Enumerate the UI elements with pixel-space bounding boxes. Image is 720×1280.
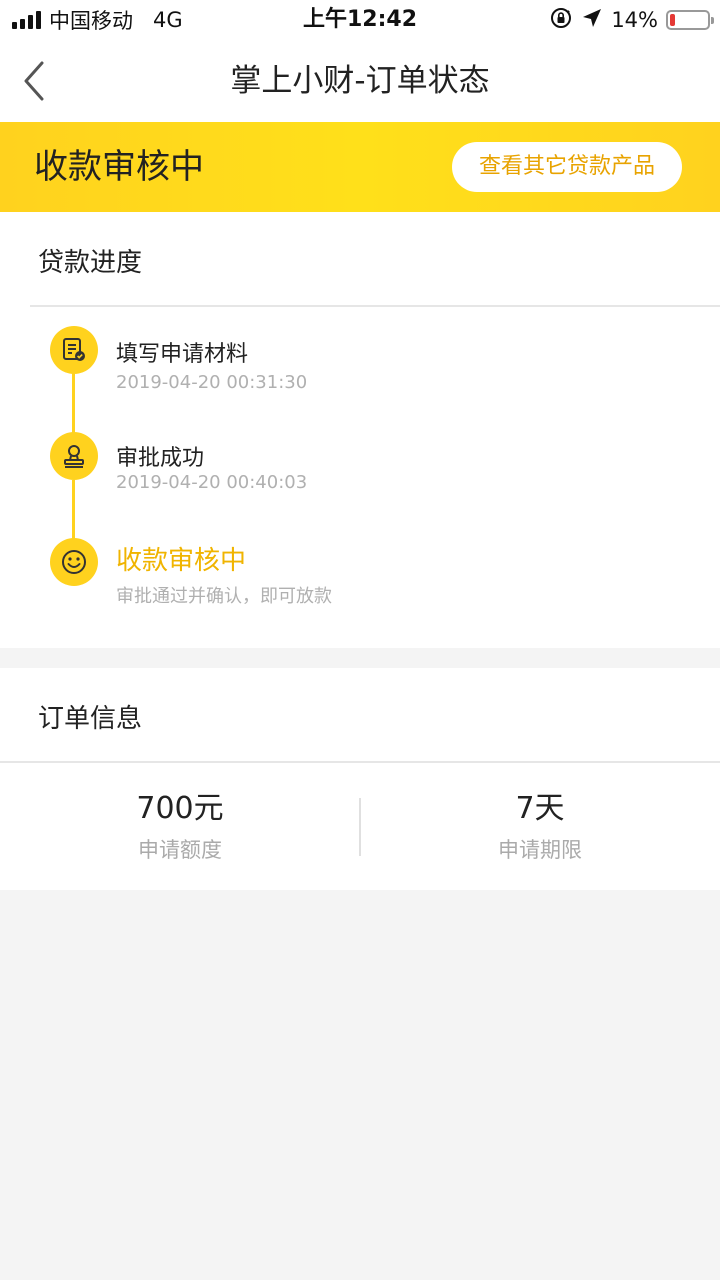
- battery-percent: 14%: [611, 8, 658, 32]
- battery-level: [670, 14, 675, 26]
- document-check-icon: [50, 326, 98, 374]
- active-step-title: 收款审核中: [116, 546, 247, 576]
- rotation-lock-icon: [549, 6, 573, 34]
- smile-icon: [50, 538, 98, 586]
- page-title: 掌上小财-订单状态: [230, 63, 490, 99]
- banner-status-text: 收款审核中: [34, 147, 204, 187]
- step-timestamp: 2019-04-20 00:40:03: [116, 472, 308, 493]
- progress-divider: [30, 305, 720, 307]
- order-section-title: 订单信息: [38, 704, 143, 734]
- term-label: 申请期限: [498, 838, 582, 862]
- amount-column: 700元 申请额度: [0, 786, 360, 868]
- step-description: 审批通过并确认，即可放款: [116, 586, 332, 607]
- order-divider: [0, 761, 720, 763]
- loan-progress-card: 贷款进度 填写申请材料 2019-04-20 00:31:30 审批成功 201…: [0, 212, 720, 648]
- term-column: 7天 申请期限: [360, 786, 720, 868]
- status-banner: 收款审核中 查看其它贷款产品: [0, 122, 720, 212]
- view-other-loans-button[interactable]: 查看其它贷款产品: [452, 142, 682, 192]
- step-title: 审批成功: [116, 446, 205, 471]
- progress-section-title: 贷款进度: [38, 248, 143, 278]
- term-value: 7天: [515, 791, 565, 826]
- status-bar: 中国移动 4G 上午12:42 14%: [0, 0, 720, 40]
- stamp-icon: [50, 432, 98, 480]
- status-bar-right: 14%: [549, 0, 714, 40]
- navigation-bar: 掌上小财-订单状态: [0, 40, 720, 122]
- step-timestamp: 2019-04-20 00:31:30: [116, 372, 308, 393]
- battery-icon: [666, 10, 714, 30]
- order-info-card: 订单信息 700元 申请额度 7天 申请期限: [0, 668, 720, 890]
- location-arrow-icon: [581, 7, 603, 33]
- amount-value: 700元: [136, 791, 224, 826]
- amount-label: 申请额度: [138, 838, 222, 862]
- step-title: 填写申请材料: [116, 342, 249, 367]
